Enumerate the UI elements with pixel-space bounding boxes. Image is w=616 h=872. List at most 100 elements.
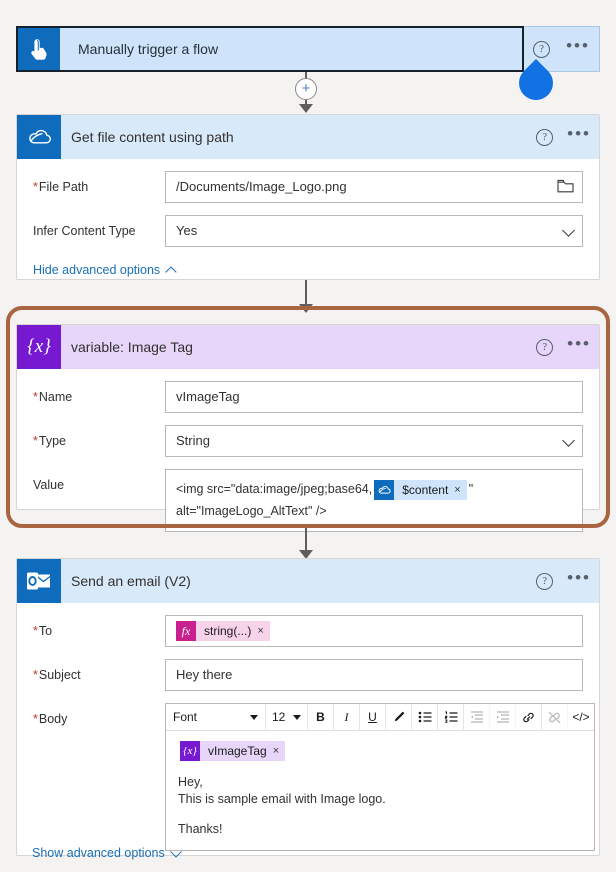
- onedrive-cloud-icon: [17, 115, 61, 159]
- link-icon[interactable]: [516, 703, 542, 731]
- field-label-variable-value: Value: [33, 478, 65, 492]
- pen-highlight-icon[interactable]: [386, 703, 412, 731]
- card-header-actions: ? •••: [536, 559, 591, 603]
- send-email-card[interactable]: Send an email (V2) ? ••• *To fx string(..…: [16, 558, 600, 856]
- subject-input[interactable]: Hey there: [165, 659, 583, 691]
- field-row-variable-name: *Name vImageTag: [17, 381, 599, 413]
- field-row-variable-value: Value <img src="data:image/jpeg;base64, $…: [17, 469, 599, 532]
- folder-picker-icon[interactable]: [557, 179, 574, 193]
- card-header-actions: ? •••: [536, 115, 591, 159]
- help-icon[interactable]: ?: [536, 572, 554, 590]
- font-size-dropdown[interactable]: 12: [266, 703, 308, 731]
- font-family-label: Font: [173, 710, 198, 724]
- variable-name-input[interactable]: vImageTag: [165, 381, 583, 413]
- field-label-to: *To: [33, 624, 53, 638]
- email-body-line-2: This is sample email with Image logo.: [178, 792, 386, 806]
- field-label-variable-type: *Type: [33, 434, 66, 448]
- close-icon[interactable]: ×: [273, 743, 285, 760]
- field-row-subject: *Subject Hey there: [17, 659, 599, 691]
- field-control-infer-content-type: Yes: [165, 215, 583, 247]
- show-advanced-options-label: Show advanced options: [32, 846, 165, 860]
- trigger-card[interactable]: Manually trigger a flow ? •••: [16, 26, 600, 72]
- insert-step-button-1[interactable]: +: [295, 78, 317, 100]
- indent-increase-icon[interactable]: [490, 703, 516, 731]
- show-advanced-options-link[interactable]: Show advanced options: [32, 845, 182, 860]
- variable-value-suffix-text: ": [468, 482, 474, 496]
- indent-decrease-icon[interactable]: [464, 703, 490, 731]
- card-title: Get file content using path: [71, 129, 234, 145]
- bold-button[interactable]: B: [308, 703, 334, 731]
- unlink-icon[interactable]: [542, 703, 568, 731]
- field-control-body: Font 12 B I U </> {x} vImageTag × Hey, T…: [165, 703, 595, 851]
- card-header: {x} variable: Image Tag ? •••: [17, 325, 599, 369]
- close-icon[interactable]: ×: [454, 479, 466, 501]
- field-row-body: *Body Font 12 B I U </> {x} vImageTag × …: [17, 703, 599, 851]
- token-label: $content: [402, 482, 449, 497]
- field-label-file-path: *File Path: [33, 180, 89, 194]
- body-spacer-2: [178, 808, 582, 821]
- field-row-to: *To fx string(...) ×: [17, 615, 599, 647]
- font-family-dropdown[interactable]: Font: [166, 703, 266, 731]
- close-icon[interactable]: ×: [257, 625, 269, 637]
- tap-hand-icon: [18, 28, 60, 70]
- infer-content-type-dropdown[interactable]: Yes: [165, 215, 583, 247]
- expression-token-to[interactable]: fx string(...) ×: [176, 621, 270, 641]
- field-label-subject: *Subject: [33, 668, 81, 682]
- card-header-actions: ? •••: [536, 325, 591, 369]
- field-control-variable-type: String: [165, 425, 583, 457]
- code-view-button[interactable]: </>: [568, 704, 594, 731]
- variable-value-input[interactable]: <img src="data:image/jpeg;base64, $conten…: [165, 469, 583, 532]
- outlook-icon: [17, 559, 61, 603]
- dynamic-content-token-content[interactable]: $content ×: [374, 479, 467, 501]
- email-body-content[interactable]: {x} vImageTag × Hey, This is sample email …: [166, 731, 594, 850]
- connector-line-2: [305, 280, 307, 306]
- chevron-down-icon: [250, 714, 258, 720]
- field-control-subject: Hey there: [165, 659, 583, 691]
- field-label-infer-content-type: Infer Content Type: [33, 224, 136, 238]
- fx-expression-icon: fx: [176, 621, 196, 641]
- to-input[interactable]: fx string(...) ×: [165, 615, 583, 647]
- rich-text-toolbar: Font 12 B I U </>: [166, 703, 594, 731]
- token-label: string(...): [204, 624, 252, 638]
- variable-value-line2: alt="ImageLogo_AltText" />: [176, 504, 327, 518]
- file-path-input[interactable]: /Documents/Image_Logo.png: [165, 171, 583, 203]
- field-row-infer-content-type: Infer Content Type Yes: [17, 215, 599, 247]
- help-icon[interactable]: ?: [533, 40, 551, 58]
- variable-value-prefix-text: <img src="data:image/jpeg;base64,: [176, 482, 373, 496]
- field-row-variable-type: *Type String: [17, 425, 599, 457]
- onedrive-cloud-icon: [374, 479, 395, 500]
- card-title: variable: Image Tag: [71, 339, 193, 355]
- italic-button[interactable]: I: [334, 703, 360, 731]
- more-menu-icon[interactable]: •••: [566, 37, 590, 58]
- field-label-variable-name: *Name: [33, 390, 73, 404]
- variable-token-vimagetag[interactable]: {x} vImageTag ×: [180, 741, 286, 761]
- set-variable-card[interactable]: {x} variable: Image Tag ? ••• *Name vIma…: [16, 324, 600, 532]
- help-icon[interactable]: ?: [536, 338, 554, 356]
- field-control-to: fx string(...) ×: [165, 615, 583, 647]
- token-label: vImageTag: [208, 743, 267, 758]
- underline-button[interactable]: U: [360, 703, 386, 731]
- more-menu-icon[interactable]: •••: [567, 125, 591, 146]
- email-body-line-3: Thanks!: [178, 822, 223, 836]
- hide-advanced-options-link[interactable]: Hide advanced options: [17, 247, 599, 278]
- field-control-file-path: /Documents/Image_Logo.png: [165, 171, 583, 203]
- field-control-variable-name: vImageTag: [165, 381, 583, 413]
- card-title: Send an email (V2): [71, 573, 191, 589]
- chevron-up-icon: [165, 265, 177, 278]
- help-icon[interactable]: ?: [536, 128, 554, 146]
- more-menu-icon[interactable]: •••: [567, 569, 591, 590]
- numbered-list-icon[interactable]: [438, 703, 464, 731]
- trigger-card-body[interactable]: Manually trigger a flow: [16, 26, 524, 72]
- bullet-list-icon[interactable]: [412, 703, 438, 731]
- get-file-content-card[interactable]: Get file content using path ? ••• *File …: [16, 114, 600, 280]
- chevron-down-icon: [170, 845, 182, 858]
- more-menu-icon[interactable]: •••: [567, 335, 591, 356]
- card-header: Send an email (V2) ? •••: [17, 559, 599, 603]
- chevron-down-icon: [293, 714, 301, 720]
- variable-braces-icon: {x}: [180, 741, 200, 761]
- trigger-title: Manually trigger a flow: [78, 41, 219, 57]
- variable-type-dropdown[interactable]: String: [165, 425, 583, 457]
- flow-designer-canvas: Manually trigger a flow ? ••• + Get file…: [0, 0, 616, 872]
- rich-text-editor[interactable]: Font 12 B I U </> {x} vImageTag × Hey, T…: [165, 703, 595, 851]
